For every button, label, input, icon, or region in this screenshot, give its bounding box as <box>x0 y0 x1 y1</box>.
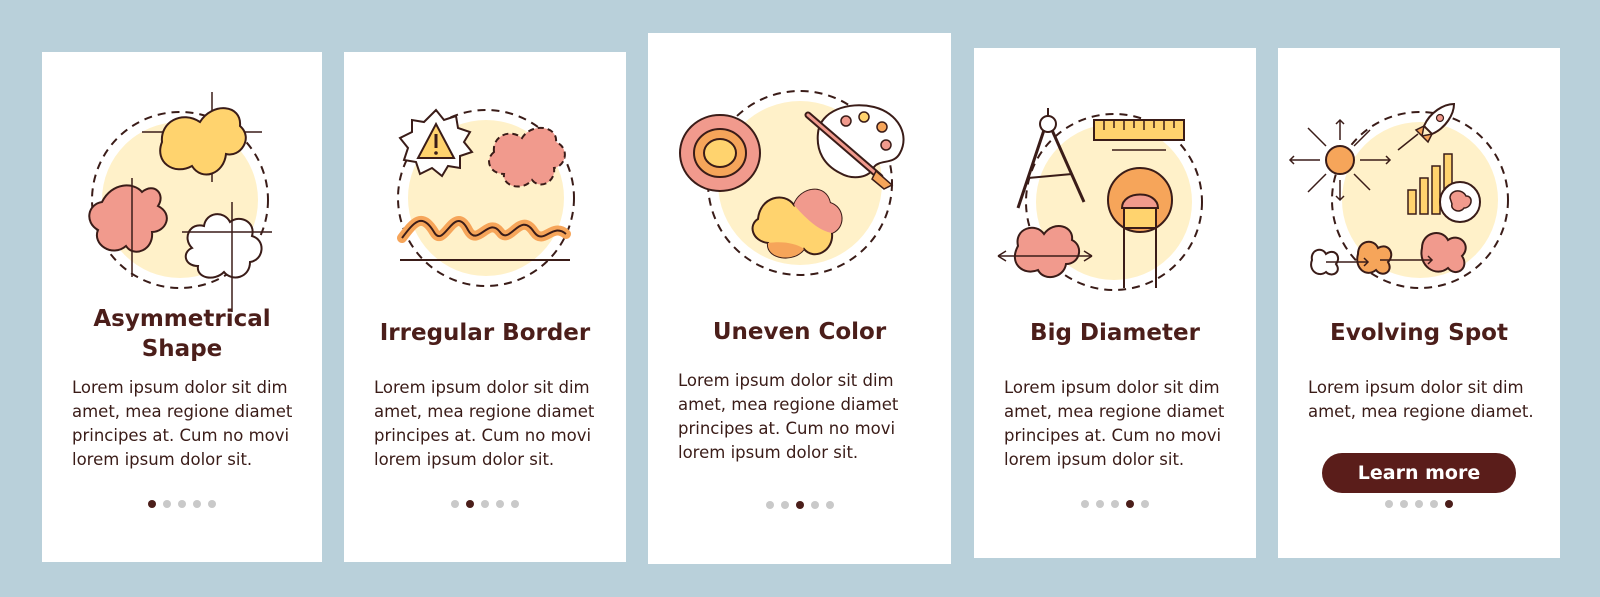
pagination-dots <box>1278 500 1560 508</box>
onboarding-card-uneven-color: Uneven Color Lorem ipsum dolor sit dim a… <box>648 33 951 564</box>
pagination-dot-3[interactable] <box>795 501 804 509</box>
compass-ruler-icon <box>997 108 1203 291</box>
pagination-dot-1[interactable] <box>1081 500 1089 508</box>
evolving-spot-rocket-icon <box>1288 102 1509 289</box>
pagination-dot-3[interactable] <box>481 500 489 508</box>
pagination-dot-2[interactable] <box>780 501 789 509</box>
card-description: Lorem ipsum dolor sit dim amet, mea regi… <box>678 371 899 462</box>
card-description: Lorem ipsum dolor sit dim amet, mea regi… <box>72 378 293 469</box>
pagination-dots <box>974 500 1256 508</box>
card-title: Uneven Color <box>712 319 887 345</box>
pagination-dot-1[interactable] <box>765 501 774 509</box>
pagination-dot-1[interactable] <box>451 500 459 508</box>
pagination-dot-4[interactable] <box>193 500 201 508</box>
pagination-dot-1[interactable] <box>148 500 156 508</box>
pagination-dot-2[interactable] <box>1400 500 1408 508</box>
onboarding-card-irregular-border: Irregular Border Lorem ipsum dolor sit d… <box>344 52 626 562</box>
card-title: Irregular Border <box>379 320 591 346</box>
card-title: Big Diameter <box>1030 320 1200 346</box>
pagination-dot-5[interactable] <box>511 500 519 508</box>
pagination-dot-5[interactable] <box>208 500 216 508</box>
onboarding-card-asymmetrical-shape: Asymmetrical Shape Lorem ipsum dolor sit… <box>42 52 322 562</box>
pagination-dot-2[interactable] <box>163 500 171 508</box>
onboarding-card-big-diameter: Big Diameter Lorem ipsum dolor sit dim a… <box>974 48 1256 558</box>
pagination-dot-4[interactable] <box>810 501 819 509</box>
pagination-dot-5[interactable] <box>1445 500 1453 508</box>
card-title: Evolving Spot <box>1330 320 1508 346</box>
pagination-dot-3[interactable] <box>1111 500 1119 508</box>
pagination-dot-5[interactable] <box>1141 500 1149 508</box>
pagination-dot-3[interactable] <box>178 500 186 508</box>
pagination-dot-2[interactable] <box>466 500 474 508</box>
pagination-dot-5[interactable] <box>825 501 834 509</box>
pagination-dot-3[interactable] <box>1415 500 1423 508</box>
card-description: Lorem ipsum dolor sit dim amet, mea regi… <box>374 378 595 469</box>
pagination-dot-2[interactable] <box>1096 500 1104 508</box>
pagination-dot-4[interactable] <box>496 500 504 508</box>
card-description: Lorem ipsum dolor sit dim amet, mea regi… <box>1004 378 1225 469</box>
pagination-dot-4[interactable] <box>1126 500 1134 508</box>
pagination-dots <box>648 501 951 509</box>
pagination-dots <box>42 500 322 508</box>
asymmetrical-shapes-icon <box>88 92 272 312</box>
palette-brush-icon <box>679 90 905 276</box>
onboarding-card-evolving-spot: Evolving Spot Lorem ipsum dolor sit dim … <box>1278 48 1560 558</box>
pagination-dots <box>344 500 626 508</box>
pagination-dot-1[interactable] <box>1385 500 1393 508</box>
card-description: Lorem ipsum dolor sit dim amet, mea regi… <box>1308 378 1534 421</box>
irregular-border-warning-icon <box>397 108 575 287</box>
pagination-dot-4[interactable] <box>1430 500 1438 508</box>
learn-more-button[interactable]: Learn more <box>1322 453 1516 493</box>
card-title: Asymmetrical Shape <box>93 306 271 362</box>
